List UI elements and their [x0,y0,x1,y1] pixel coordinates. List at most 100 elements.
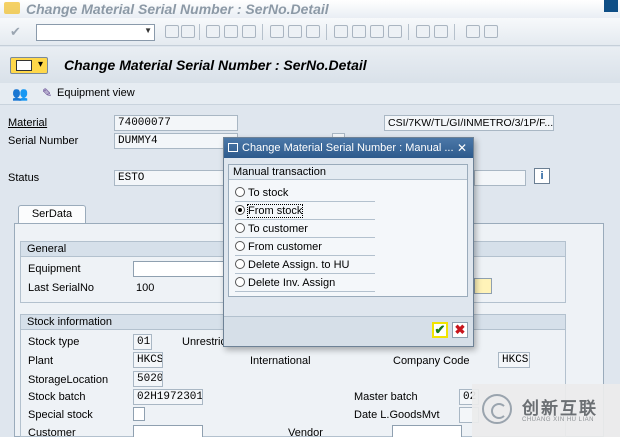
master-batch-label: Master batch [354,391,418,403]
radio-button-icon[interactable] [235,259,245,269]
unrestricted-label: Unrestric [182,336,227,348]
manual-transaction-title: Manual transaction [229,165,467,180]
stock-batch-field[interactable]: 02H1972301 [133,389,203,405]
stock-batch-label: Stock batch [28,391,86,403]
divider [235,237,375,238]
new-session-icon[interactable] [416,25,430,38]
serial-number-field[interactable]: DUMMY4 [114,133,238,149]
equipment-view-button[interactable]: Equipment view [57,87,135,99]
tab-serdata[interactable]: SerData [18,205,86,223]
radio-button-icon[interactable] [235,241,245,251]
customer-field[interactable] [133,425,203,437]
cancel-button[interactable]: ✖ [452,322,468,338]
first-page-icon[interactable] [334,25,348,38]
dropdown-arrow-icon: ▾ [37,59,43,70]
back-arrow-icon[interactable] [206,25,220,38]
document-icon [16,60,32,71]
watermark-logo-icon [482,394,512,424]
divider [235,273,375,274]
plant-field[interactable]: HKCS [133,352,163,368]
stock-type-field[interactable]: 01 [133,334,152,350]
last-serialno-label: Last SerialNo [28,282,95,294]
menu-button[interactable]: ▾ [10,57,48,74]
print-icon[interactable] [270,25,284,38]
exit-icon[interactable] [224,25,238,38]
highlighted-field[interactable] [474,278,492,294]
divider [235,255,375,256]
toolbar-separator [454,24,455,40]
manual-transaction-dialog: Change Material Serial Number : Manual .… [223,137,474,347]
special-stock-field[interactable] [133,407,145,421]
radio-to-customer[interactable]: To customer [235,221,308,237]
status-user-field[interactable] [474,170,526,186]
save-icon[interactable] [181,25,195,38]
window-title: Change Material Serial Number : SerNo.De… [26,1,329,17]
radio-button-icon[interactable] [235,223,245,233]
toolbar-separator [326,24,327,40]
info-icon[interactable]: i [534,168,550,184]
partners-icon[interactable]: 👥 [12,86,28,102]
radio-from-customer[interactable]: From customer [235,239,322,255]
equipment-field[interactable] [133,261,228,277]
back-icon[interactable] [165,25,179,38]
previous-page-icon[interactable] [352,25,366,38]
application-toolbar: 👥 ✎ Equipment view [0,83,620,105]
company-code-field[interactable]: HKCS [498,352,530,368]
dropdown-arrow-icon[interactable]: ▼ [144,26,152,35]
confirm-button[interactable]: ✔ [432,322,448,338]
customer-label: Customer [28,427,76,437]
screen-title-bar: ▾ Change Material Serial Number : SerNo.… [0,47,620,83]
company-code-label: Company Code [393,355,470,367]
find-icon[interactable] [288,25,302,38]
date-goods-mvt-label: Date L.GoodsMvt [354,409,440,421]
storage-location-field[interactable]: 5020 [133,371,163,387]
divider [235,201,375,202]
command-field[interactable]: ▼ [36,24,155,41]
screen-title: Change Material Serial Number : SerNo.De… [64,57,367,73]
stock-type-label: Stock type [28,336,80,348]
plant-description: International [250,355,311,367]
dialog-footer: ✔ ✖ [224,316,473,346]
radio-delete-assign-hu[interactable]: Delete Assign. to HU [235,257,350,273]
toolbar-separator [199,24,200,40]
radio-button-icon[interactable] [235,277,245,287]
dialog-title-bar: Change Material Serial Number : Manual .… [224,138,473,158]
material-field[interactable]: 74000077 [114,115,238,131]
enter-icon[interactable]: ✔ [10,25,26,39]
radio-from-stock[interactable]: From stock [235,203,304,219]
last-page-icon[interactable] [388,25,402,38]
radio-delete-inv-assign[interactable]: Delete Inv. Assign [235,275,335,291]
plant-label: Plant [28,355,54,367]
window-control-icon[interactable] [604,0,618,12]
cancel-icon[interactable] [242,25,256,38]
status-label: Status [8,172,40,184]
last-serialno-value: 100 [136,282,155,294]
storage-location-label: StorageLocation [28,374,109,386]
customize-layout-icon[interactable] [484,25,498,38]
sap-logo-icon [4,2,20,14]
dialog-title: Change Material Serial Number : Manual .… [242,142,454,154]
toolbar-separator [262,24,263,40]
status-field[interactable]: ESTO [114,170,234,186]
close-icon[interactable]: ✕ [457,138,467,158]
help-icon[interactable] [466,25,480,38]
watermark-text: 创新互联 [522,399,598,418]
window-title-bar: Change Material Serial Number : SerNo.De… [0,0,620,18]
radio-button-selected-icon[interactable] [235,205,245,215]
next-page-icon[interactable] [370,25,384,38]
vendor-label: Vendor [288,427,323,437]
window-icon [228,143,238,152]
pencil-icon[interactable]: ✎ [42,86,52,100]
vendor-field[interactable] [392,425,462,437]
divider [235,291,375,292]
watermark: 创新互联 CHUANG XIN HU LIAN [472,384,620,437]
shortcut-icon[interactable] [434,25,448,38]
equipment-label: Equipment [28,263,81,275]
manual-transaction-group: Manual transaction To stock From stock T… [228,164,468,297]
find-next-icon[interactable] [306,25,320,38]
divider [235,219,375,220]
radio-button-icon[interactable] [235,187,245,197]
radio-to-stock[interactable]: To stock [235,185,288,201]
toolbar-separator [408,24,409,40]
special-stock-label: Special stock [28,409,93,421]
